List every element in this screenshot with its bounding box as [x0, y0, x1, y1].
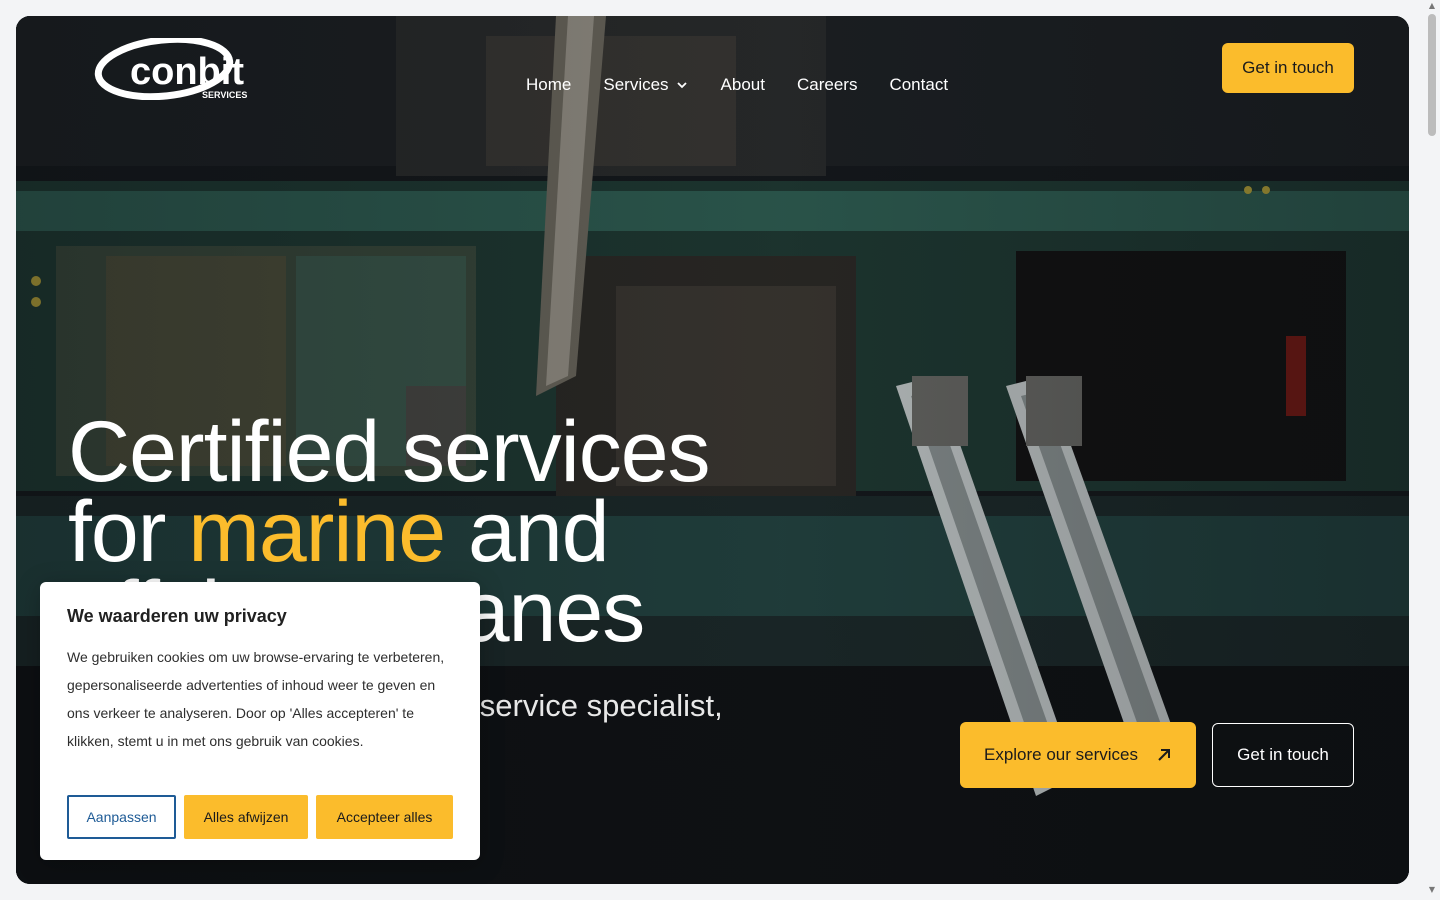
hero-get-in-touch-button[interactable]: Get in touch	[1212, 723, 1354, 787]
cookie-reject-all-button[interactable]: Alles afwijzen	[184, 795, 308, 839]
headline-line-2: for marine and	[68, 489, 868, 575]
scrollbar-thumb[interactable]	[1428, 14, 1436, 136]
headline-line-1: Certified services	[68, 404, 711, 500]
cookie-customize-button[interactable]: Aanpassen	[67, 795, 176, 839]
scroll-up-arrow-icon[interactable]: ▲	[1428, 2, 1436, 10]
nav-careers[interactable]: Careers	[797, 75, 857, 95]
nav-home[interactable]: Home	[526, 75, 571, 95]
scroll-down-arrow-icon[interactable]: ▼	[1428, 886, 1436, 894]
logo-wordmark: conbit	[130, 51, 244, 93]
main-nav: Home Services About Careers Contact	[526, 74, 948, 96]
page-scrollbar[interactable]: ▲ ▼	[1424, 0, 1440, 900]
explore-services-label: Explore our services	[983, 745, 1138, 764]
cookie-consent-dialog: We waarderen uw privacy We gebruiken coo…	[40, 582, 480, 860]
cookie-title: We waarderen uw privacy	[67, 606, 287, 626]
cookie-actions: Aanpassen Alles afwijzen Accepteer alles	[67, 795, 453, 839]
nav-services[interactable]: Services	[603, 75, 688, 95]
nav-careers-label: Careers	[796, 75, 858, 94]
logo-subtext: SERVICES	[202, 90, 247, 100]
arrow-up-right-icon	[1158, 749, 1170, 761]
nav-home-label: Home	[526, 75, 572, 94]
nav-contact-label: Contact	[889, 75, 949, 94]
nav-services-label: Services	[603, 75, 669, 94]
nav-about[interactable]: About	[721, 75, 765, 95]
nav-contact[interactable]: Contact	[889, 75, 948, 95]
header-get-in-touch-button[interactable]: Get in touch	[1222, 43, 1354, 93]
nav-about-label: About	[720, 75, 765, 94]
chevron-down-icon	[676, 82, 687, 89]
conbit-logo[interactable]: conbit SERVICES	[94, 38, 258, 100]
cookie-body: We gebruiken cookies om uw browse-ervari…	[67, 649, 445, 749]
explore-services-button[interactable]: Explore our services	[960, 722, 1196, 788]
cookie-accept-all-button[interactable]: Accepteer alles	[316, 795, 453, 839]
